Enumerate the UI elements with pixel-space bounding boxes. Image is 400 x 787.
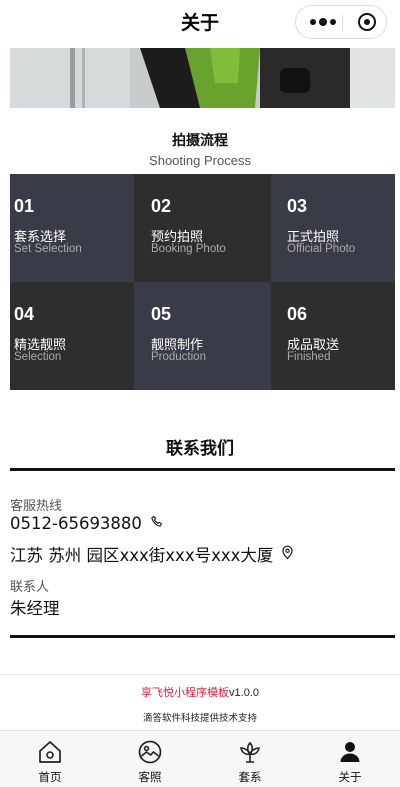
capsule-divider	[342, 15, 343, 31]
process-subtitle: Shooting Process	[149, 153, 251, 168]
contact-title: 联系我们	[166, 439, 234, 459]
step-number: 03	[287, 196, 308, 216]
user-icon	[340, 742, 360, 762]
location-pin-icon[interactable]	[281, 544, 294, 564]
step-subtitle: Official Photo	[287, 243, 356, 255]
step-number: 05	[151, 304, 172, 324]
more-icon[interactable]	[310, 17, 336, 27]
process-step-1: 01 套系选择 Set Selection	[10, 174, 134, 282]
tab-home[interactable]: 首页	[0, 731, 100, 787]
contact-person-label: 联系人	[10, 580, 50, 595]
step-number: 06	[287, 304, 308, 324]
home-icon	[39, 741, 61, 763]
step-subtitle: Finished	[287, 351, 331, 363]
tab-bar: 首页 客照 套系 关于	[0, 730, 400, 787]
footer-version: v1.0.0	[229, 687, 259, 699]
step-number: 02	[151, 196, 172, 216]
nav-bar: 关于	[0, 0, 400, 48]
hotline-number[interactable]: 0512-65693880	[10, 514, 142, 533]
tab-label: 客照	[138, 770, 162, 784]
process-step-3: 03 正式拍照 Official Photo	[271, 174, 395, 282]
tab-photos[interactable]: 客照	[100, 731, 200, 787]
hotline-row[interactable]: 0512-65693880	[10, 514, 164, 533]
banner-photo	[10, 48, 395, 108]
process-step-6: 06 成品取送 Finished	[271, 282, 395, 390]
address-row[interactable]: 江苏 苏州 园区xxx街xxx号xxx大厦	[10, 542, 294, 566]
step-subtitle: Booking Photo	[151, 243, 226, 255]
footer-brand[interactable]: 享飞悦小程序模板	[141, 686, 229, 699]
mini-program-capsule	[295, 5, 387, 39]
tab-label: 关于	[338, 770, 362, 784]
footer-brand-line: 享飞悦小程序模板v1.0.0	[0, 684, 400, 700]
tab-label: 套系	[238, 770, 262, 784]
step-subtitle: Production	[151, 351, 206, 363]
close-circle-icon[interactable]	[358, 13, 376, 31]
process-step-5: 05 靓照制作 Production	[134, 282, 271, 390]
hotline-label: 客服热线	[10, 499, 63, 514]
process-grid: 01 套系选择 Set Selection 02 预约拍照 Booking Ph…	[10, 174, 395, 390]
step-number: 01	[14, 196, 35, 216]
contact-person: 朱经理	[10, 599, 60, 618]
tab-label: 首页	[38, 770, 62, 784]
address-text: 江苏 苏州 园区xxx街xxx号xxx大厦	[10, 546, 274, 565]
process-step-4: 04 精选靓照 Selection	[10, 282, 134, 390]
tab-about[interactable]: 关于	[300, 731, 400, 787]
step-number: 04	[14, 304, 35, 324]
flower-icon	[240, 741, 260, 763]
step-subtitle: Selection	[14, 351, 62, 363]
contact-divider-bottom	[10, 635, 395, 638]
contact-divider-top	[10, 468, 395, 471]
photo-icon	[138, 740, 162, 764]
process-title: 拍摄流程	[172, 133, 228, 149]
footer-support: 滴答软件科技提供技术支持	[142, 713, 257, 724]
phone-icon[interactable]	[150, 514, 164, 533]
footer: 享飞悦小程序模板v1.0.0 滴答软件科技提供技术支持	[0, 674, 400, 731]
step-subtitle: Set Selection	[14, 243, 82, 255]
banner-image	[10, 48, 395, 108]
tab-packages[interactable]: 套系	[200, 731, 300, 787]
process-step-2: 02 预约拍照 Booking Photo	[134, 174, 271, 282]
